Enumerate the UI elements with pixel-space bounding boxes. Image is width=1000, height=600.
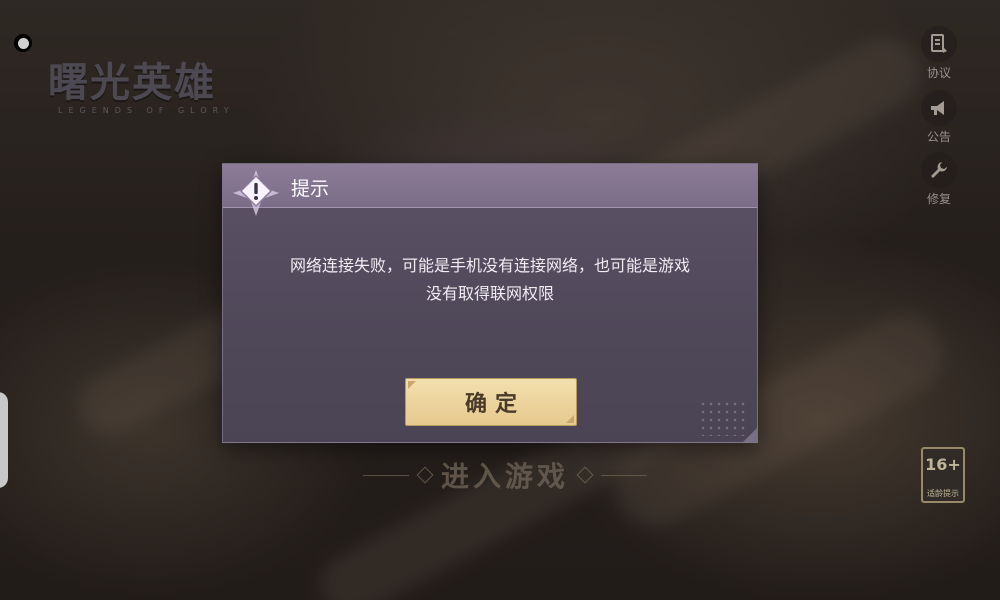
network-error-dialog: 提示 网络连接失败，可能是手机没有连接网络，也可能是游戏没有取得联网权限 确定 — [222, 163, 758, 443]
warning-icon — [231, 168, 281, 218]
confirm-button[interactable]: 确定 — [405, 378, 577, 426]
dialog-header: 提示 — [223, 164, 757, 208]
confirm-button-label: 确定 — [464, 392, 525, 417]
dialog-corner-decoration — [743, 428, 757, 442]
dialog-message: 网络连接失败，可能是手机没有连接网络，也可能是游戏没有取得联网权限 — [289, 256, 690, 303]
dialog-decoration — [699, 400, 747, 436]
dialog-title: 提示 — [291, 178, 330, 200]
